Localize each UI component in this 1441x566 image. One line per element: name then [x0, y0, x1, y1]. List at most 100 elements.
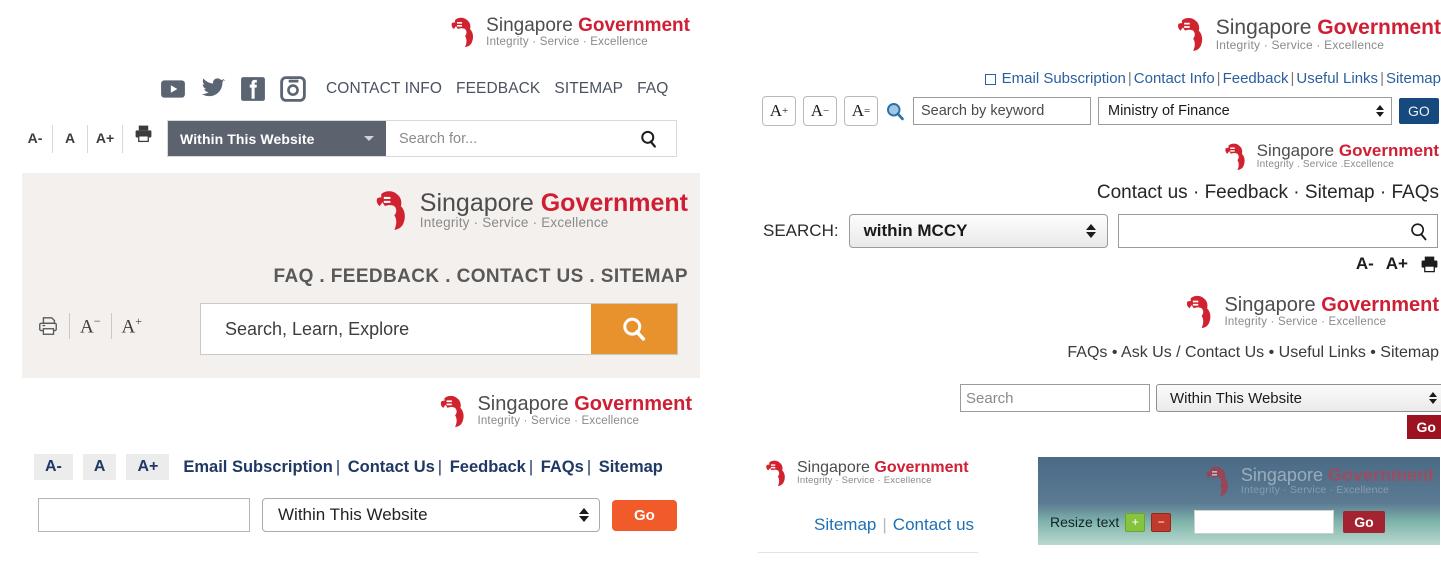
search-input[interactable]: Search, Learn, Explore [201, 304, 591, 354]
font-smaller-button[interactable]: A- [34, 454, 73, 480]
magnifier-icon[interactable] [885, 101, 906, 122]
printer-icon[interactable] [1420, 255, 1439, 274]
font-smaller-sup: − [823, 105, 830, 117]
search-toolbar: A + A − A = Search by keyword Ministry of F… [762, 96, 1439, 126]
header-variant-3: Singapore Government Integrity · Service… [0, 386, 700, 566]
font-larger-button[interactable]: A+ [88, 120, 122, 157]
font-larger-button[interactable]: A+ [122, 314, 143, 338]
youtube-icon[interactable] [160, 76, 186, 102]
divider [69, 313, 70, 339]
font-smaller-button[interactable]: A− [803, 96, 837, 126]
sg-government-crest: Singapore Government Integrity · Service… [764, 459, 969, 487]
separator: | [1127, 70, 1132, 87]
search-submit-button[interactable] [591, 304, 677, 354]
link-sitemap[interactable]: Sitemap [599, 458, 663, 476]
sg-government-crest: Singapore Government Integrity · Service… [373, 189, 688, 231]
font-larger-label: A [769, 101, 783, 120]
header-variant-8-resize-text: Singapore Government Integrity · Service… [1038, 457, 1440, 545]
link-email-subscription[interactable]: Email Subscription [183, 458, 332, 476]
font-normal-button[interactable]: A [82, 454, 117, 480]
brand-singapore: Singapore [797, 458, 875, 476]
go-button[interactable]: Go [1343, 511, 1385, 533]
instagram-icon[interactable] [280, 76, 306, 102]
search-scope-dropdown[interactable]: within MCCY [848, 214, 1108, 248]
font-larger-button[interactable]: A+ [126, 454, 170, 480]
header-variant-6: Singapore Government Integrity · Service… [745, 288, 1441, 448]
font-reset-sup: = [864, 105, 871, 117]
search-input[interactable]: Search for... [386, 121, 622, 156]
link-sitemap[interactable]: Sitemap [814, 515, 876, 534]
search-scope-dropdown[interactable]: Within This Website [168, 121, 386, 156]
font-larger-button[interactable]: + [1125, 512, 1146, 532]
singapore-lion-crest-icon [1206, 466, 1228, 496]
utility-nav[interactable]: Contact us · Feedback · Sitemap · FAQs [1097, 182, 1439, 204]
go-button[interactable]: Go [612, 499, 677, 531]
magnifier-icon [641, 130, 656, 148]
facebook-icon[interactable] [240, 76, 266, 102]
search-placeholder: Search for... [399, 130, 478, 147]
link-sitemap[interactable]: SITEMAP [554, 80, 623, 98]
link-contact-info[interactable]: CONTACT INFO [326, 80, 442, 98]
link-contact-us[interactable]: Contact Us [348, 458, 435, 476]
search-input[interactable] [1117, 214, 1438, 248]
utility-nav[interactable]: FAQs • Ask Us / Contact Us • Useful Link… [1067, 344, 1439, 362]
magnifier-icon[interactable] [1408, 221, 1429, 242]
link-useful-links[interactable]: Useful Links [1296, 70, 1378, 87]
font-smaller-button[interactable]: A- [18, 120, 52, 157]
font-larger-button[interactable]: A+ [1386, 254, 1408, 274]
search-scope-dropdown[interactable]: Within This Website [1156, 384, 1441, 412]
link-faq[interactable]: FAQ [637, 80, 668, 98]
search-form: SEARCH: within MCCY [763, 214, 1438, 248]
link-feedback[interactable]: FEEDBACK [456, 80, 540, 98]
brand-government: Government [1327, 465, 1434, 486]
print-button[interactable] [123, 120, 163, 157]
divider [110, 313, 112, 339]
search-input[interactable] [38, 498, 250, 532]
printer-icon[interactable] [37, 315, 59, 337]
separator: | [586, 457, 592, 476]
font-smaller-button[interactable]: A- [1356, 254, 1374, 274]
font-smaller-button[interactable]: A− [80, 314, 101, 338]
brand-tagline: Integrity . Service .Excellence [1256, 159, 1394, 171]
top-links: CONTACT INFO FEEDBACK SITEMAP FAQ [326, 80, 668, 98]
search-input[interactable] [1194, 510, 1335, 534]
link-sitemap[interactable]: Sitemap [1386, 70, 1441, 87]
link-feedback[interactable]: Feedback [1223, 70, 1289, 87]
brand-tagline: Integrity · Service · Excellence [419, 215, 609, 231]
search-box: Search, Learn, Explore [200, 303, 678, 355]
font-smaller-button[interactable]: − [1151, 512, 1172, 532]
search-input[interactable]: Search [960, 384, 1150, 412]
search-box: Within This Website Search for... [167, 120, 677, 157]
search-scope-dropdown[interactable]: Within This Website [262, 498, 600, 532]
search-input[interactable]: Search by keyword [913, 97, 1091, 125]
go-button[interactable]: GO [1399, 98, 1439, 124]
search-form: Search Within This Website Go [960, 384, 1441, 439]
link-feedback[interactable]: Feedback [450, 458, 526, 476]
font-normal-button[interactable]: A [53, 120, 87, 157]
font-reset-button[interactable]: A = [844, 96, 878, 126]
font-larger-label: A [121, 316, 136, 338]
brand-government: Government [1317, 15, 1441, 39]
search-toolbar: A- A A+ Within This Website Search for..… [18, 120, 677, 157]
accessibility-controls: A- A+ [1356, 254, 1439, 274]
go-button[interactable]: Go [1406, 415, 1441, 439]
footer-variant-7: Singapore Government Integrity · Service… [758, 455, 1038, 555]
resize-text-label: Resize text [1050, 514, 1120, 530]
brand-singapore: Singapore [477, 393, 575, 416]
font-larger-button[interactable]: A+ [762, 96, 796, 126]
utility-nav[interactable]: FAQ . FEEDBACK . CONTACT US . SITEMAP [273, 266, 688, 288]
twitter-icon[interactable] [200, 76, 226, 102]
checkbox-unchecked-icon[interactable] [984, 73, 996, 85]
search-scope-dropdown[interactable]: Ministry of Finance [1098, 97, 1392, 125]
link-contact-info[interactable]: Contact Info [1134, 70, 1215, 87]
footer-links: Sitemap | Contact us [814, 515, 974, 535]
link-email-subscription[interactable]: Email Subscription [1002, 70, 1126, 87]
search-placeholder: Search [966, 389, 1014, 407]
link-contact-us[interactable]: Contact us [893, 515, 974, 534]
link-faqs[interactable]: FAQs [541, 458, 584, 476]
singapore-lion-crest-icon [451, 17, 474, 47]
brand-government: Government [874, 458, 969, 476]
spinner-arrows-icon [579, 508, 589, 522]
sg-government-crest: Singapore Government Integrity · Service… [438, 394, 692, 428]
search-submit-button[interactable] [622, 121, 676, 156]
